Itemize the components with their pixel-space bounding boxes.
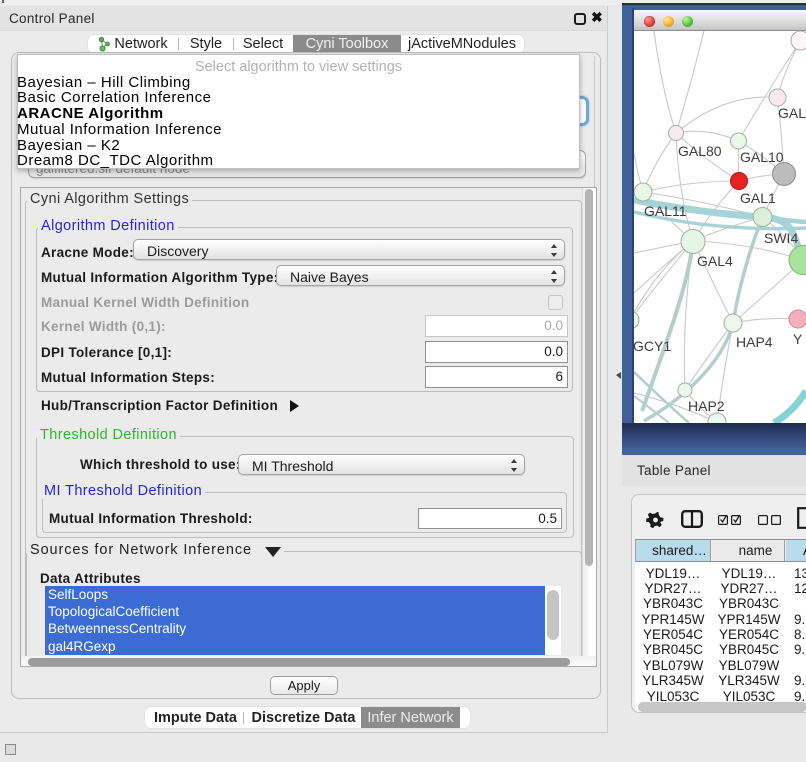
svg-text:GAL80: GAL80: [678, 143, 722, 159]
svg-text:GAL4: GAL4: [697, 253, 733, 269]
svg-text:GAL10: GAL10: [740, 149, 784, 165]
svg-text:GCY1: GCY1: [634, 338, 671, 354]
svg-text:Y: Y: [793, 331, 803, 347]
svg-text:GAL7: GAL7: [778, 105, 806, 121]
svg-text:HAP4: HAP4: [736, 334, 773, 350]
svg-text:GAL11: GAL11: [644, 203, 687, 219]
svg-text:SWI4: SWI4: [764, 230, 798, 246]
svg-text:HAP2: HAP2: [688, 398, 725, 414]
svg-text:GAL1: GAL1: [740, 190, 776, 206]
